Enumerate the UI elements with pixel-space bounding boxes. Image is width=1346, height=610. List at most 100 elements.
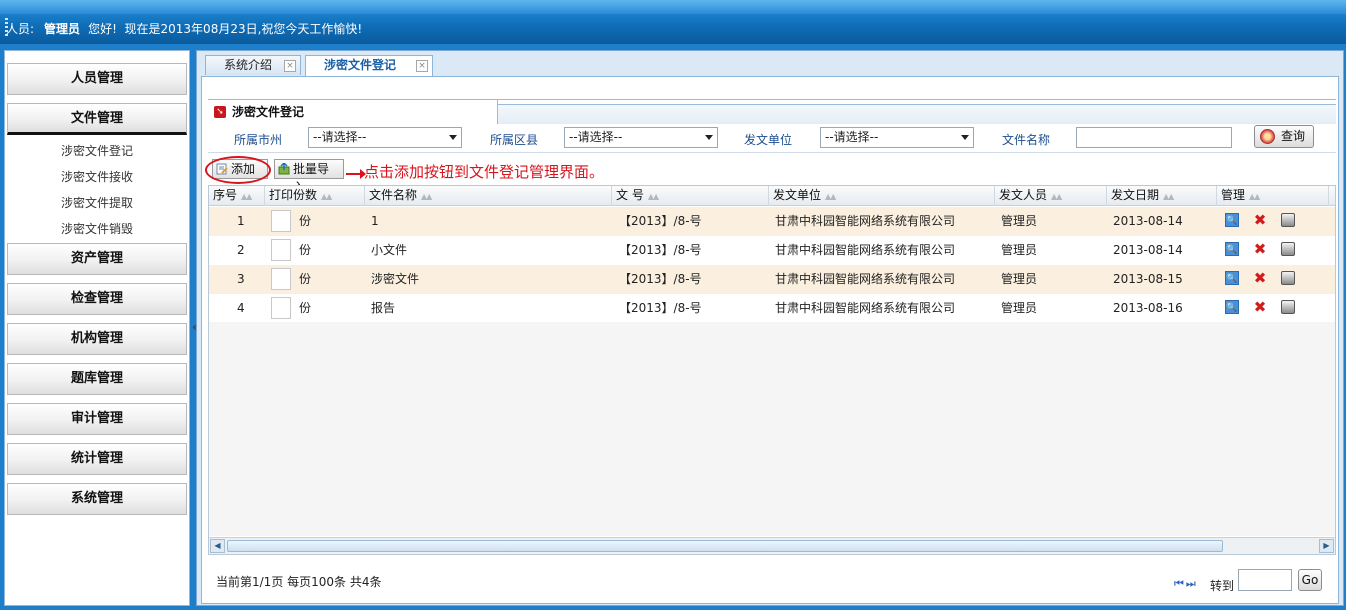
menu-assets[interactable]: 资产管理 [7,243,187,275]
view-icon[interactable]: 🔍 [1225,271,1239,285]
print-copies-input[interactable] [271,210,291,232]
district-select[interactable]: --请选择-- [564,127,718,148]
print-icon[interactable] [1281,271,1295,285]
column-header[interactable]: 打印份数 ▲▲ [265,186,365,206]
issuing-person: 管理员 [1001,301,1038,315]
delete-icon[interactable]: ✖ [1253,213,1267,228]
query-button-label: 查询 [1281,129,1306,143]
section-header: ➘ 涉密文件登记 [208,99,1336,124]
column-header[interactable]: 管理 ▲▲ [1217,186,1329,206]
submenu-file-extract[interactable]: 涉密文件提取 [5,193,189,213]
row-number: 2 [237,243,245,257]
menu-files[interactable]: 文件管理 [7,103,187,135]
table-row[interactable]: 2 份 小文件 【2013】/8-号 甘肃中科园智能网络系统有限公司 管理员 2… [209,236,1335,265]
page-nav-icons[interactable]: ⏮⏭ [1174,577,1198,591]
scroll-right-icon[interactable]: ▶ [1319,539,1334,553]
print-icon[interactable] [1281,300,1295,314]
section-header-fill [498,104,1336,124]
city-select[interactable]: --请选择-- [308,127,462,148]
highlight-circle [205,156,271,184]
copies-unit: 份 [299,243,312,257]
issuing-unit: 甘肃中科园智能网络系统有限公司 [775,243,956,257]
delete-icon[interactable]: ✖ [1253,271,1267,286]
goto-page-input[interactable] [1238,569,1292,591]
print-icon[interactable] [1281,213,1295,227]
filename-label: 文件名称 [1002,133,1051,147]
issuing-unit: 甘肃中科园智能网络系统有限公司 [775,301,956,315]
issuer-select[interactable]: --请选择-- [820,127,974,148]
main-content: 系统介绍 × 涉密文件登记 × ➘ 涉密文件登记 所属市州 --请选择-- 所属… [196,50,1344,606]
scroll-left-icon[interactable]: ◀ [210,539,225,553]
issue-date: 2013-08-14 [1113,243,1183,257]
search-icon [1260,129,1275,144]
menu-audit[interactable]: 审计管理 [7,403,187,435]
issue-date: 2013-08-16 [1113,301,1183,315]
row-number: 1 [237,214,245,228]
row-number: 3 [237,272,245,286]
table-row[interactable]: 3 份 涉密文件 【2013】/8-号 甘肃中科园智能网络系统有限公司 管理员 … [209,265,1335,294]
go-button[interactable]: Go [1298,569,1322,591]
delete-icon[interactable]: ✖ [1253,242,1267,257]
menu-system[interactable]: 系统管理 [7,483,187,515]
menu-inspection[interactable]: 检查管理 [7,283,187,315]
delete-icon[interactable]: ✖ [1253,300,1267,315]
user-label: 人员: [6,22,35,36]
column-header[interactable]: 发文日期 ▲▲ [1107,186,1217,206]
welcome-message: 人员: 管理员 您好! 现在是2013年08月23日,祝您今天工作愉快! [6,20,362,37]
scroll-thumb[interactable] [227,540,1223,552]
column-header[interactable]: 序号 ▲▲ [209,186,265,206]
tab-file-register[interactable]: 涉密文件登记 × [305,55,433,76]
filter-bar: 所属市州 --请选择-- 所属区县 --请选择-- 发文单位 --请选择-- 文… [208,125,1336,153]
view-icon[interactable]: 🔍 [1225,242,1239,256]
column-header[interactable]: 发文单位 ▲▲ [769,186,995,206]
print-icon[interactable] [1281,242,1295,256]
district-label: 所属区县 [490,133,539,147]
print-copies-input[interactable] [271,297,291,319]
tab-label: 涉密文件登记 [324,58,397,72]
issue-date: 2013-08-14 [1113,214,1183,228]
sort-icon: ▲▲ [1249,192,1260,201]
submenu-file-register[interactable]: 涉密文件登记 [5,141,189,161]
copies-unit: 份 [299,301,312,315]
grid-header: 序号 ▲▲ 打印份数 ▲▲ 文件名称 ▲▲ 文 号 ▲▲ 发文单位 ▲▲ 发文人员 ▲▲ 发… [209,186,1335,206]
batch-import-button[interactable]: 批量导入 [274,159,344,194]
table-row[interactable]: 4 份 报告 【2013】/8-号 甘肃中科园智能网络系统有限公司 管理员 20… [209,294,1335,323]
column-header[interactable]: 文 号 ▲▲ [612,186,769,206]
sort-icon: ▲▲ [421,192,432,201]
column-header[interactable]: 发文人员 ▲▲ [995,186,1107,206]
print-copies-input[interactable] [271,239,291,261]
submenu-file-receive[interactable]: 涉密文件接收 [5,167,189,187]
filename-input[interactable] [1076,127,1232,148]
issuing-person: 管理员 [1001,214,1038,228]
file-name: 涉密文件 [371,272,420,286]
tab-system-intro[interactable]: 系统介绍 × [205,55,301,75]
sort-icon: ▲▲ [1051,192,1062,201]
doc-number: 【2013】/8-号 [619,243,702,257]
submenu-file-destroy[interactable]: 涉密文件销毁 [5,219,189,239]
data-grid: 序号 ▲▲ 打印份数 ▲▲ 文件名称 ▲▲ 文 号 ▲▲ 发文单位 ▲▲ 发文人员 ▲▲ 发… [208,185,1336,555]
menu-question-bank[interactable]: 题库管理 [7,363,187,395]
close-icon[interactable]: × [284,60,296,72]
chevron-down-icon [705,135,713,140]
page-info: 当前第1/1页 每页100条 共4条 [216,575,382,589]
content-panel: ➘ 涉密文件登记 所属市州 --请选择-- 所属区县 --请选择-- 发文单位 … [201,76,1339,604]
menu-statistics[interactable]: 统计管理 [7,443,187,475]
query-button[interactable]: 查询 [1254,125,1314,148]
chevron-down-icon [449,135,457,140]
close-icon[interactable]: × [416,60,428,72]
table-row[interactable]: 1 份 1 【2013】/8-号 甘肃中科园智能网络系统有限公司 管理员 201… [209,207,1335,236]
menu-organization[interactable]: 机构管理 [7,323,187,355]
user-name: 管理员 [44,22,81,36]
print-copies-input[interactable] [271,268,291,290]
menu-personnel[interactable]: 人员管理 [7,63,187,95]
doc-number: 【2013】/8-号 [619,272,702,286]
top-header-bar: 人员: 管理员 您好! 现在是2013年08月23日,祝您今天工作愉快! [0,0,1346,44]
horizontal-scrollbar[interactable]: ◀ ▶ [209,537,1335,554]
view-icon[interactable]: 🔍 [1225,300,1239,314]
column-header[interactable]: 文件名称 ▲▲ [365,186,612,206]
city-select-value: --请选择-- [313,130,367,144]
view-icon[interactable]: 🔍 [1225,213,1239,227]
chevron-down-icon [961,135,969,140]
issuer-select-value: --请选择-- [825,130,879,144]
sort-icon: ▲▲ [825,192,836,201]
